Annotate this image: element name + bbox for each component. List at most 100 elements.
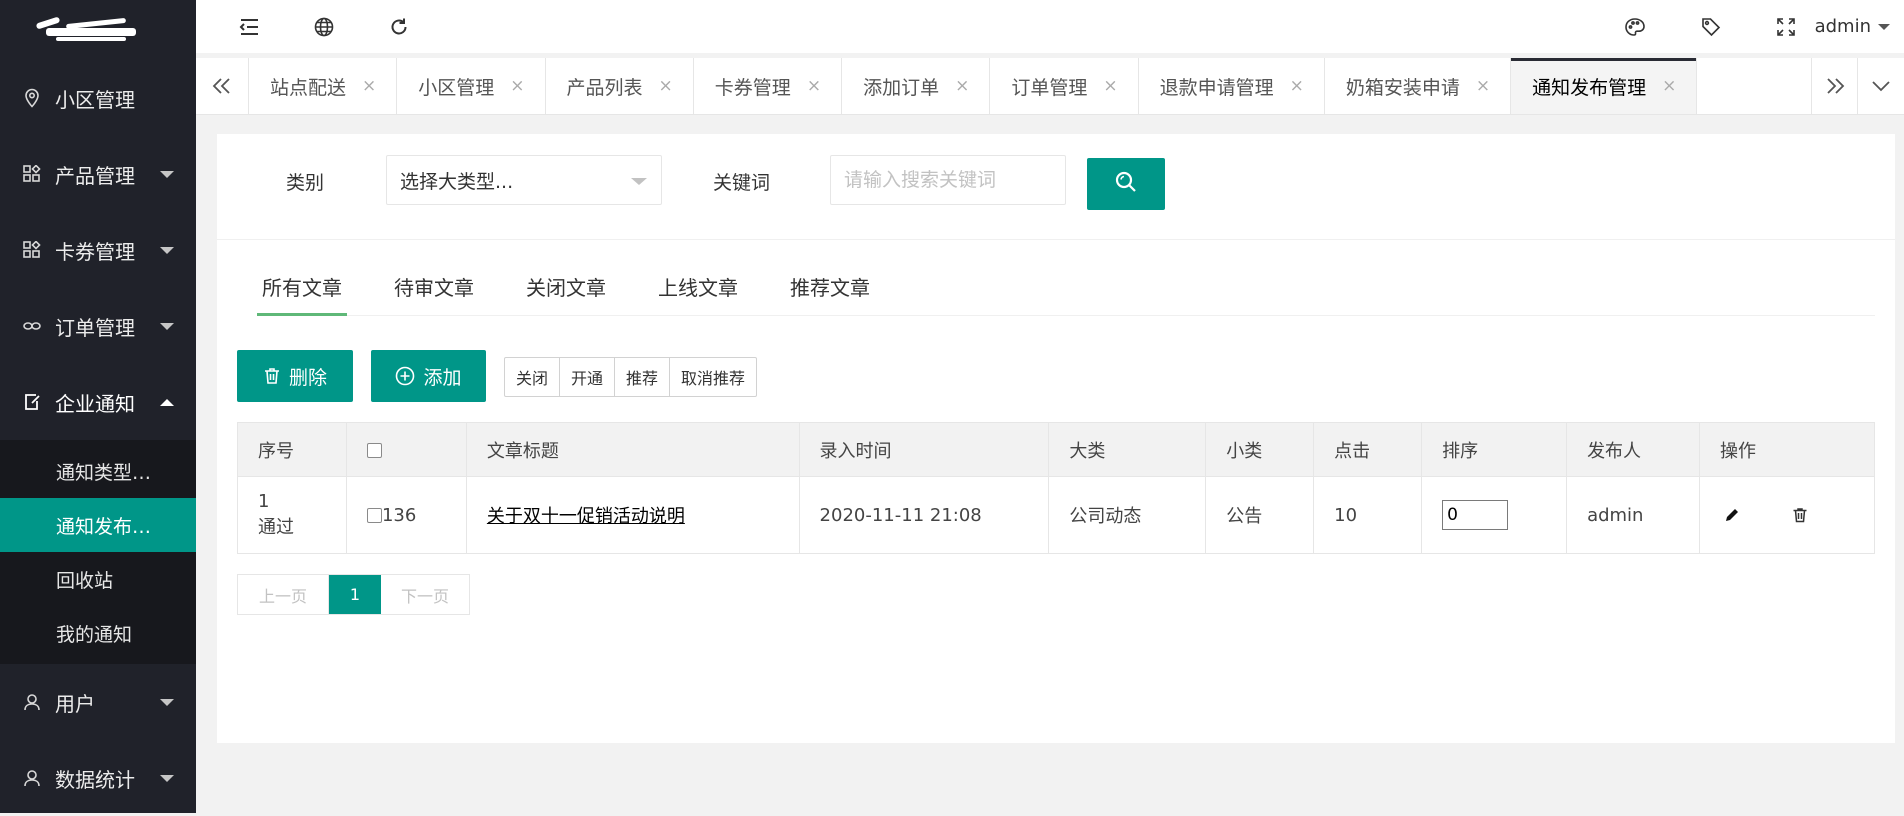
submenu-item-notice-types[interactable]: 通知类型…	[0, 444, 196, 498]
table-header-row: 序号 文章标题 录入时间 大类 小类 点击 排序 发布人 操作	[237, 422, 1875, 477]
row-id: 136	[381, 504, 417, 526]
edit-pencil-icon[interactable]	[1720, 503, 1744, 527]
add-circle-icon	[395, 366, 415, 386]
close-icon[interactable]: ×	[659, 76, 673, 96]
cell-sort	[1421, 476, 1568, 554]
chevron-down-icon	[160, 171, 174, 178]
globe-icon[interactable]	[304, 0, 344, 53]
theme-palette-icon[interactable]	[1615, 0, 1655, 53]
sidebar-item-label: 企业通知	[55, 391, 135, 416]
refresh-icon[interactable]	[379, 0, 419, 53]
submenu-item-notice-publish[interactable]: 通知发布…	[0, 498, 196, 552]
submenu-item-my-notices[interactable]: 我的通知	[0, 606, 196, 660]
article-tab-4[interactable]: 推荐文章	[785, 258, 875, 315]
row-checkbox[interactable]	[366, 508, 382, 523]
col-header-actions: 操作	[1699, 422, 1875, 477]
tab-label: 订单管理	[1011, 76, 1088, 99]
sidebar-item-enterprise-notice[interactable]: 企业通知	[0, 364, 196, 440]
category-select[interactable]: 选择大类型...	[386, 155, 662, 205]
tab-page-6[interactable]: 退款申请管理 ×	[1139, 58, 1325, 114]
page-1-button[interactable]: 1	[329, 575, 381, 614]
tab-page-5[interactable]: 订单管理 ×	[990, 58, 1139, 114]
col-header-subcategory: 小类	[1205, 422, 1315, 477]
tab-page-3[interactable]: 卡券管理 ×	[694, 58, 843, 114]
notice-submenu: 通知类型… 通知发布… 回收站 我的通知	[0, 440, 196, 664]
tab-page-7[interactable]: 奶箱安装申请 ×	[1325, 58, 1512, 114]
sidebar-item-label: 产品管理	[55, 163, 135, 188]
tabs-scroll-right-icon[interactable]	[1811, 58, 1858, 114]
close-icon[interactable]: ×	[1103, 76, 1117, 96]
add-button[interactable]: 添加	[371, 350, 486, 402]
link-chain-icon	[22, 316, 42, 336]
tab-label: 通知发布管理	[1532, 76, 1647, 99]
recommend-button[interactable]: 推荐	[615, 358, 671, 396]
edit-note-icon	[22, 392, 42, 412]
category-label: 类别	[286, 172, 325, 194]
search-icon	[1114, 170, 1138, 199]
sidebar-item-coupons[interactable]: 卡券管理	[0, 212, 196, 288]
tab-page-0[interactable]: 站点配送 ×	[249, 58, 398, 114]
cell-clicks: 10	[1313, 476, 1423, 554]
row-seq: 1	[258, 491, 270, 512]
collapse-menu-icon[interactable]	[229, 0, 269, 53]
caret-down-icon	[1878, 23, 1890, 30]
col-header-time: 录入时间	[798, 422, 1050, 477]
delete-button[interactable]: 删除	[237, 350, 353, 402]
article-tab-0[interactable]: 所有文章	[257, 258, 347, 316]
top-header: admin	[196, 0, 1904, 53]
col-header-select	[345, 422, 467, 477]
close-icon[interactable]: ×	[1476, 76, 1490, 96]
trash-icon[interactable]	[1788, 503, 1812, 527]
sidebar: 小区管理 产品管理 卡券管理 订单管理 企业通知 通知类型… 通知发布… 回收站…	[0, 0, 196, 813]
tabs-scroll-left-icon[interactable]	[196, 58, 249, 114]
tab-page-8[interactable]: 通知发布管理 ×	[1511, 58, 1698, 114]
sidebar-item-statistics[interactable]: 数据统计	[0, 740, 196, 816]
cell-seq: 1 通过	[237, 476, 347, 554]
cell-time: 2020-11-11 21:08	[798, 476, 1050, 554]
tab-page-1[interactable]: 小区管理 ×	[397, 58, 546, 114]
page-tabs: 站点配送 × 小区管理 × 产品列表 × 卡券管理 × 添加订单 × 订单管理 × 退款申请管理 × 奶箱安…	[249, 58, 1698, 114]
cell-actions	[1699, 476, 1875, 554]
prev-page-button[interactable]: 上一页	[238, 575, 329, 614]
close-icon[interactable]: ×	[362, 76, 376, 96]
tabs-menu-chevron-down-icon[interactable]	[1857, 58, 1904, 114]
fullscreen-icon[interactable]	[1766, 0, 1806, 53]
open-article-button[interactable]: 开通	[560, 358, 616, 396]
article-tab-1[interactable]: 待审文章	[389, 258, 479, 315]
close-article-button[interactable]: 关闭	[505, 358, 561, 396]
sort-order-input[interactable]	[1442, 500, 1509, 530]
keyword-input[interactable]	[830, 155, 1066, 205]
close-icon[interactable]: ×	[807, 76, 821, 96]
tag-icon[interactable]	[1691, 0, 1731, 53]
tab-label: 卡券管理	[714, 76, 791, 99]
sidebar-item-label: 订单管理	[55, 315, 135, 340]
add-label: 添加	[423, 366, 462, 389]
keyword-label: 关键词	[713, 172, 771, 194]
cell-title: 关于双十一促销活动说明	[465, 476, 800, 554]
close-icon[interactable]: ×	[510, 76, 524, 96]
submenu-item-recycle-bin[interactable]: 回收站	[0, 552, 196, 606]
article-tab-2[interactable]: 关闭文章	[521, 258, 611, 315]
chevron-up-icon	[160, 399, 174, 406]
cancel-recommend-button[interactable]: 取消推荐	[670, 358, 756, 396]
sidebar-item-community[interactable]: 小区管理	[0, 60, 196, 136]
sidebar-item-products[interactable]: 产品管理	[0, 136, 196, 212]
col-header-clicks: 点击	[1313, 422, 1423, 477]
close-icon[interactable]: ×	[1662, 76, 1676, 96]
location-pin-icon	[22, 88, 42, 108]
next-page-button[interactable]: 下一页	[381, 575, 469, 614]
user-icon	[22, 768, 42, 788]
tab-page-2[interactable]: 产品列表 ×	[546, 58, 694, 114]
close-icon[interactable]: ×	[955, 76, 969, 96]
search-button[interactable]	[1087, 158, 1165, 210]
article-title-link[interactable]: 关于双十一促销活动说明	[487, 506, 685, 527]
select-all-checkbox[interactable]	[366, 442, 382, 458]
sidebar-item-orders[interactable]: 订单管理	[0, 288, 196, 364]
col-header-sort: 排序	[1421, 422, 1568, 477]
close-icon[interactable]: ×	[1290, 76, 1304, 96]
article-tab-3[interactable]: 上线文章	[653, 258, 743, 315]
sidebar-item-users[interactable]: 用户	[0, 664, 196, 740]
tab-label: 站点配送	[270, 76, 347, 99]
user-menu[interactable]: admin	[1805, 0, 1904, 53]
tab-page-4[interactable]: 添加订单 ×	[842, 58, 991, 114]
